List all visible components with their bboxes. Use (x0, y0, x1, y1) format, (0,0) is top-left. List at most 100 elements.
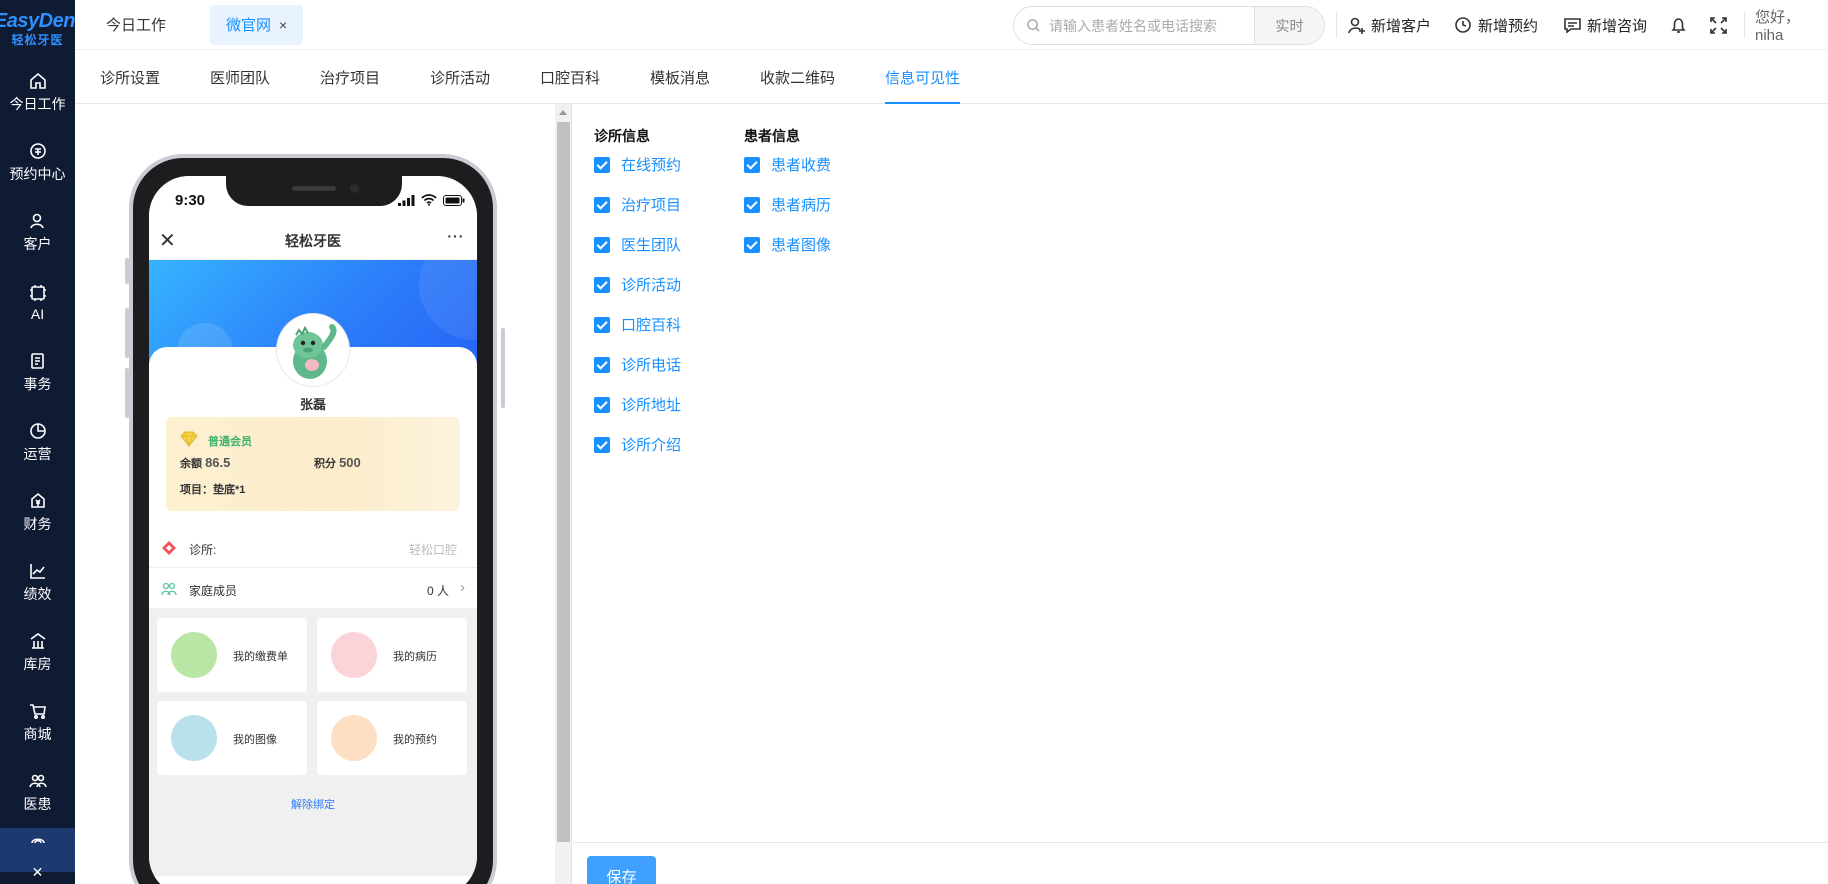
finance-icon (30, 492, 45, 508)
task-icon (30, 353, 44, 369)
top-bar: 今日工作 微官网 × 请输入患者姓名或电话搜索 实时 新增客户 新增预约 新增咨… (75, 0, 1828, 50)
greeting-text: 您好，niha (1755, 9, 1801, 44)
family-row[interactable]: 家庭成员 0 人 › (149, 569, 477, 609)
subtab-payment-qrcode[interactable]: 收款二维码 (760, 54, 835, 104)
family-value: 0 人 (426, 584, 449, 598)
user-greeting[interactable]: 您好，niha (1755, 0, 1828, 50)
new-consult-button[interactable]: 新增咨询 (1563, 0, 1647, 50)
sidebar-item-label: 财务 (23, 516, 52, 532)
tile-label: 我的缴费单 (233, 651, 288, 663)
search-mode-button[interactable]: 实时 (1254, 7, 1324, 44)
new-customer-button[interactable]: 新增客户 (1347, 0, 1431, 50)
diamond-icon (180, 431, 198, 447)
sidebar-item-finance[interactable]: 财务 (0, 478, 75, 548)
sidebar-item-label: 商城 (23, 726, 52, 742)
unbind-link[interactable]: 解除绑定 (149, 796, 477, 812)
subtab-clinic-activities[interactable]: 诊所活动 (430, 54, 490, 104)
balance: 余额 86.5 (180, 455, 230, 471)
clinic-label: 诊所: (189, 543, 217, 557)
checkbox-checked-icon[interactable] (594, 156, 610, 173)
checkbox-checked-icon[interactable] (744, 236, 760, 253)
sidebar-item-appointments[interactable]: 预约中心 (0, 128, 75, 198)
subtab-info-visibility[interactable]: 信息可见性 (885, 54, 961, 104)
checkbox-online-booking[interactable]: 在线预约 (594, 154, 681, 175)
checkbox-checked-icon[interactable] (594, 276, 610, 293)
checkbox-oral-encyclopedia[interactable]: 口腔百科 (594, 314, 681, 335)
checkbox-checked-icon[interactable] (594, 436, 610, 453)
subtab-oral-encyclopedia[interactable]: 口腔百科 (540, 54, 600, 104)
tile-my-images[interactable]: 我的图像 (157, 701, 307, 775)
checkbox-label: 患者图像 (771, 237, 832, 254)
checkbox-checked-icon[interactable] (594, 196, 610, 213)
search-input[interactable]: 请输入患者姓名或电话搜索 (1049, 16, 1254, 36)
checkbox-checked-icon[interactable] (594, 316, 610, 333)
subtab-treatment-items[interactable]: 治疗项目 (320, 54, 380, 104)
new-appointment-button[interactable]: 新增预约 (1454, 0, 1538, 50)
checkbox-clinic-activities[interactable]: 诊所活动 (594, 274, 681, 295)
sidebar-item-mall[interactable]: 商城 (0, 688, 75, 758)
subtab-clinic-settings[interactable]: 诊所设置 (100, 54, 160, 104)
checkbox-treatment-items[interactable]: 治疗项目 (594, 194, 681, 215)
phone-mockup: 9:30 ✕ 轻松牙医 ··· 张磊 普通会员 余额 86.5 积分 500 项… (125, 154, 505, 884)
checkbox-checked-icon[interactable] (744, 156, 760, 173)
fullscreen-button[interactable] (1709, 0, 1733, 50)
clinic-info-title: 诊所信息 (594, 128, 650, 144)
phone-button (501, 328, 505, 408)
status-icons (398, 194, 465, 206)
family-label: 家庭成员 (189, 584, 238, 598)
sidebar-item-ai[interactable]: AI (0, 268, 75, 338)
checkbox-clinic-intro[interactable]: 诊所介绍 (594, 434, 681, 455)
sidebar-item-warehouse[interactable]: 库房 (0, 618, 75, 688)
checkbox-checked-icon[interactable] (594, 396, 610, 413)
clinic-diamond-icon (162, 541, 176, 555)
sidebar-item-performance[interactable]: 绩效 (0, 548, 75, 618)
points-label: 积分 (314, 458, 336, 470)
checkbox-label: 医生团队 (621, 237, 682, 254)
checkbox-clinic-phone[interactable]: 诊所电话 (594, 354, 681, 375)
checkbox-doctor-team[interactable]: 医生团队 (594, 234, 681, 255)
sidebar-collapse-icon[interactable]: ✕ (0, 864, 75, 884)
tab-micro-site[interactable]: 微官网 × (210, 4, 304, 45)
checkbox-checked-icon[interactable] (594, 236, 610, 253)
tile-my-records[interactable]: 我的病历 (317, 618, 467, 692)
checkbox-patient-charges[interactable]: 患者收费 (744, 154, 831, 175)
sidebar-item-label: AI (30, 306, 45, 322)
sidebar-item-customers[interactable]: 客户 (0, 198, 75, 268)
checkbox-checked-icon[interactable] (744, 196, 760, 213)
clinic-value: 轻松口腔 (408, 543, 457, 557)
close-icon[interactable]: × (279, 17, 287, 33)
notification-button[interactable] (1669, 0, 1693, 50)
pie-chart-icon (29, 423, 46, 439)
more-icon[interactable]: ··· (446, 225, 464, 248)
sidebar-item-operations[interactable]: 运营 (0, 408, 75, 478)
tile-my-bills[interactable]: 我的缴费单 (157, 618, 307, 692)
save-button[interactable]: 保存 (587, 856, 656, 884)
checkbox-checked-icon[interactable] (594, 356, 610, 373)
add-clock-icon (1455, 16, 1471, 33)
tile-label: 我的病历 (393, 651, 437, 663)
tile-my-appointments[interactable]: 我的预约 (317, 701, 467, 775)
sidebar-item-label: 预约中心 (9, 166, 66, 182)
sidebar-item-today[interactable]: 今日工作 (0, 58, 75, 128)
sidebar-item-tasks[interactable]: 事务 (0, 338, 75, 408)
subtab-template-messages[interactable]: 模板消息 (650, 54, 710, 104)
add-user-icon (1348, 17, 1365, 34)
line-chart-icon (29, 564, 45, 579)
sidebar-item-doctor-patient[interactable]: 医患 (0, 758, 75, 828)
battery-icon (443, 195, 465, 206)
wifi-icon (421, 194, 437, 206)
home-icon (29, 72, 46, 89)
subtab-doctor-team[interactable]: 医师团队 (210, 54, 270, 104)
scrollbar-thumb[interactable] (557, 122, 570, 842)
checkbox-patient-records[interactable]: 患者病历 (744, 194, 831, 215)
scroll-up-icon[interactable] (559, 110, 567, 115)
search-icon (1027, 19, 1040, 32)
tab-today[interactable]: 今日工作 (90, 5, 182, 45)
message-icon (1564, 17, 1581, 34)
checkbox-clinic-address[interactable]: 诊所地址 (594, 394, 681, 415)
app-root: EasyDent 轻松牙医 今日工作 预约中心 客户 AI 事务 运营 财务 绩… (0, 0, 1828, 884)
clinic-row[interactable]: 诊所: 轻松口腔 (149, 528, 477, 568)
search-box[interactable]: 请输入患者姓名或电话搜索 实时 (1013, 6, 1325, 45)
checkbox-patient-images[interactable]: 患者图像 (744, 234, 831, 255)
preview-scrollbar[interactable] (555, 104, 572, 884)
